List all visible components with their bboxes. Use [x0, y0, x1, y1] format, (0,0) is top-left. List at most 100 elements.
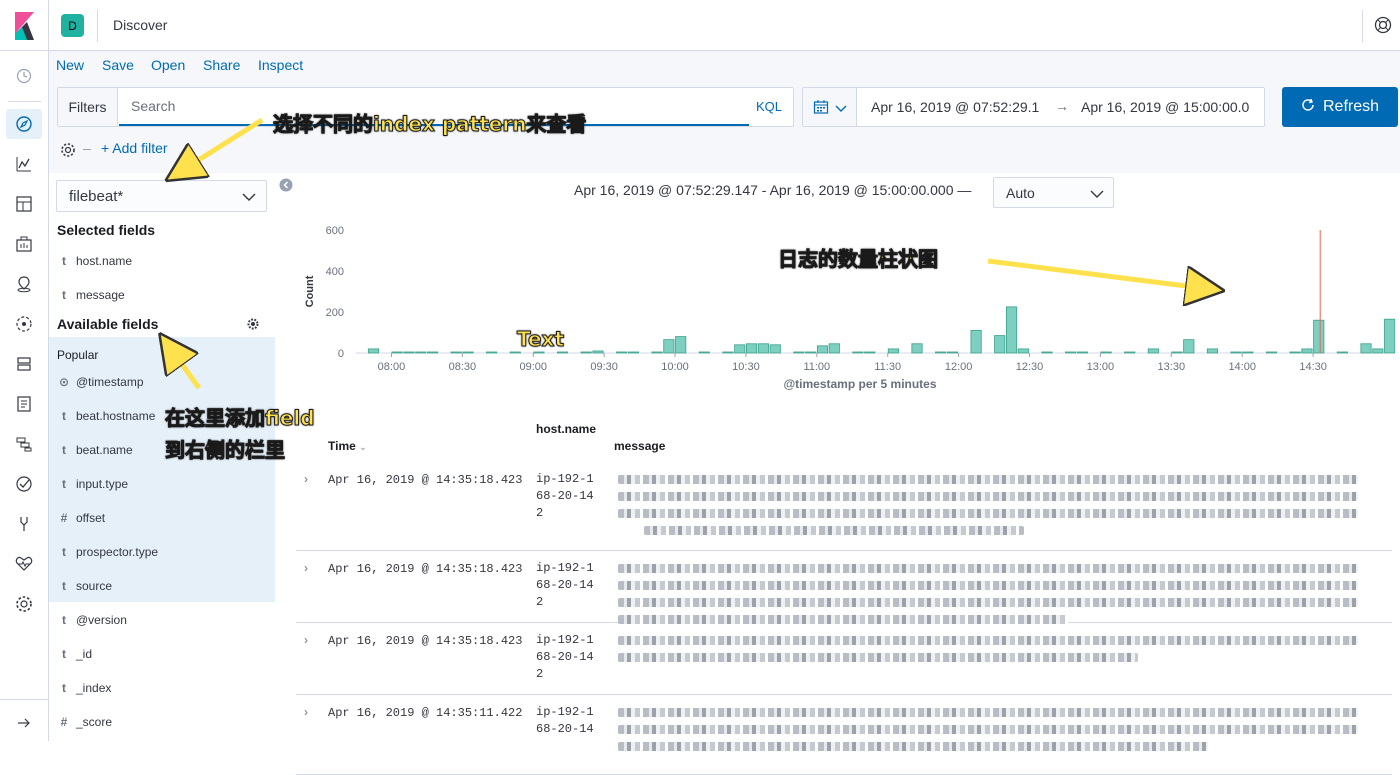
host-column-header[interactable]: host.name — [536, 422, 596, 436]
space-avatar[interactable]: D — [61, 14, 84, 37]
histogram-bar[interactable] — [1147, 348, 1159, 354]
histogram-bar[interactable] — [746, 343, 758, 354]
histogram-bar[interactable] — [1313, 319, 1325, 354]
histogram-bar[interactable] — [1171, 351, 1183, 354]
infrastructure-icon[interactable] — [14, 354, 34, 379]
table-row[interactable]: › Apr 16, 2019 @ 14:35:18.423 ip-192-168-2… — [296, 462, 1392, 551]
save-link[interactable]: Save — [102, 57, 134, 73]
field-item[interactable]: t _index — [49, 681, 275, 715]
histogram-bar[interactable] — [367, 348, 380, 354]
histogram-bar[interactable] — [935, 351, 947, 354]
histogram-bar[interactable] — [1289, 351, 1301, 354]
histogram-bar[interactable] — [403, 351, 415, 354]
histogram-bar[interactable] — [970, 330, 982, 354]
field-item[interactable]: t source — [49, 579, 275, 613]
histogram-bar[interactable] — [1360, 343, 1372, 354]
histogram-bar[interactable] — [852, 351, 864, 354]
histogram-bar[interactable] — [462, 351, 474, 354]
histogram-bar[interactable] — [556, 351, 569, 354]
field-item[interactable]: t input.type — [49, 477, 275, 511]
histogram-bar[interactable] — [769, 344, 781, 354]
maps-icon[interactable] — [14, 274, 34, 299]
visualize-icon[interactable] — [14, 154, 34, 179]
dashboard-icon[interactable] — [14, 194, 34, 219]
table-row[interactable]: › Apr 16, 2019 @ 14:35:18.423 ip-192-168-2… — [296, 623, 1392, 695]
histogram-bar[interactable] — [1206, 348, 1218, 354]
histogram-bar[interactable] — [486, 351, 498, 354]
chevron-down-icon[interactable] — [242, 189, 256, 207]
kibana-logo[interactable] — [0, 0, 49, 51]
histogram-bar[interactable] — [1124, 351, 1136, 354]
histogram-bar[interactable] — [415, 351, 427, 354]
histogram-bar[interactable] — [592, 350, 604, 354]
expand-row-icon[interactable]: › — [304, 705, 308, 719]
histogram-bar[interactable] — [1301, 348, 1313, 354]
histogram-bar[interactable] — [1041, 351, 1053, 354]
canvas-icon[interactable] — [14, 234, 34, 259]
chevron-down-icon[interactable] — [1090, 186, 1104, 204]
histogram-bar[interactable] — [734, 344, 746, 354]
open-link[interactable]: Open — [151, 57, 185, 73]
monitoring-icon[interactable] — [14, 554, 34, 579]
time-column-header[interactable]: Time ⌄ — [328, 439, 367, 453]
histogram-bar[interactable] — [757, 343, 769, 354]
histogram-bar[interactable] — [450, 351, 462, 354]
histogram-bar[interactable] — [828, 343, 840, 354]
new-link[interactable]: New — [56, 57, 84, 73]
field-item[interactable]: # offset — [49, 511, 275, 545]
histogram-bar[interactable] — [616, 351, 628, 354]
add-filter-link[interactable]: + Add filter — [101, 140, 168, 156]
help-icon[interactable] — [1374, 16, 1392, 39]
histogram-bar[interactable] — [698, 351, 710, 354]
histogram-chart[interactable]: 0 200 400 600 Count 08:00 08:30 09:00 09:30 10:00… — [290, 215, 1395, 395]
sort-icon[interactable]: ⌄ — [359, 442, 367, 452]
logs-icon[interactable] — [14, 394, 34, 419]
message-column-header[interactable]: message — [614, 439, 665, 453]
histogram-bar[interactable] — [675, 336, 687, 354]
management-gear-icon[interactable] — [14, 594, 34, 619]
histogram-bar[interactable] — [1372, 348, 1384, 354]
field-item[interactable]: t host.name — [49, 254, 275, 288]
field-item[interactable]: t _id — [49, 647, 275, 681]
histogram-bar[interactable] — [651, 351, 663, 354]
histogram-bar[interactable] — [1065, 351, 1077, 354]
histogram-bar[interactable] — [1017, 348, 1029, 354]
histogram-bar[interactable] — [1005, 306, 1018, 354]
histogram-bar[interactable] — [864, 351, 876, 354]
histogram-bar[interactable] — [1100, 351, 1112, 354]
histogram-bar[interactable] — [1384, 318, 1395, 354]
table-row[interactable]: › Apr 16, 2019 @ 14:35:11.422 ip-192-168-2… — [296, 695, 1392, 775]
quick-select-button[interactable] — [803, 88, 857, 126]
uptime-icon[interactable] — [14, 474, 34, 499]
field-item[interactable]: t prospector.type — [49, 545, 275, 579]
expand-row-icon[interactable]: › — [304, 561, 308, 575]
histogram-bar[interactable] — [805, 351, 817, 354]
table-row[interactable]: › Apr 16, 2019 @ 14:35:18.423 ip-192-168-2… — [296, 551, 1392, 624]
histogram-bar[interactable] — [663, 339, 675, 354]
clock-icon[interactable] — [14, 66, 34, 91]
ml-icon[interactable] — [14, 314, 34, 339]
histogram-bar[interactable] — [391, 351, 403, 354]
apm-icon[interactable] — [14, 434, 34, 459]
dev-tools-icon[interactable] — [14, 514, 34, 539]
filter-settings-gear-icon[interactable] — [60, 142, 76, 163]
collapse-sidebar-icon[interactable] — [279, 178, 293, 197]
histogram-bar[interactable] — [627, 351, 639, 354]
histogram-bar[interactable] — [994, 335, 1006, 354]
refresh-button[interactable]: Refresh — [1282, 87, 1398, 127]
histogram-bar[interactable] — [793, 351, 805, 354]
share-link[interactable]: Share — [203, 57, 240, 73]
histogram-bar[interactable] — [1230, 351, 1242, 354]
start-date[interactable]: Apr 16, 2019 @ 07:52:29.1 — [871, 99, 1039, 115]
index-pattern-select[interactable]: filebeat* — [56, 180, 267, 212]
histogram-bar[interactable] — [580, 351, 592, 354]
histogram-bar[interactable] — [1265, 351, 1278, 354]
kql-toggle[interactable]: KQL — [756, 99, 782, 114]
histogram-bar[interactable] — [1076, 351, 1088, 354]
end-date[interactable]: Apr 16, 2019 @ 15:00:00.0 — [1081, 99, 1249, 115]
field-item[interactable]: # _score — [49, 715, 275, 749]
compass-icon[interactable] — [14, 114, 34, 139]
histogram-bar[interactable] — [426, 351, 439, 354]
histogram-bar[interactable] — [946, 351, 959, 354]
expand-nav-icon[interactable] — [14, 713, 34, 738]
